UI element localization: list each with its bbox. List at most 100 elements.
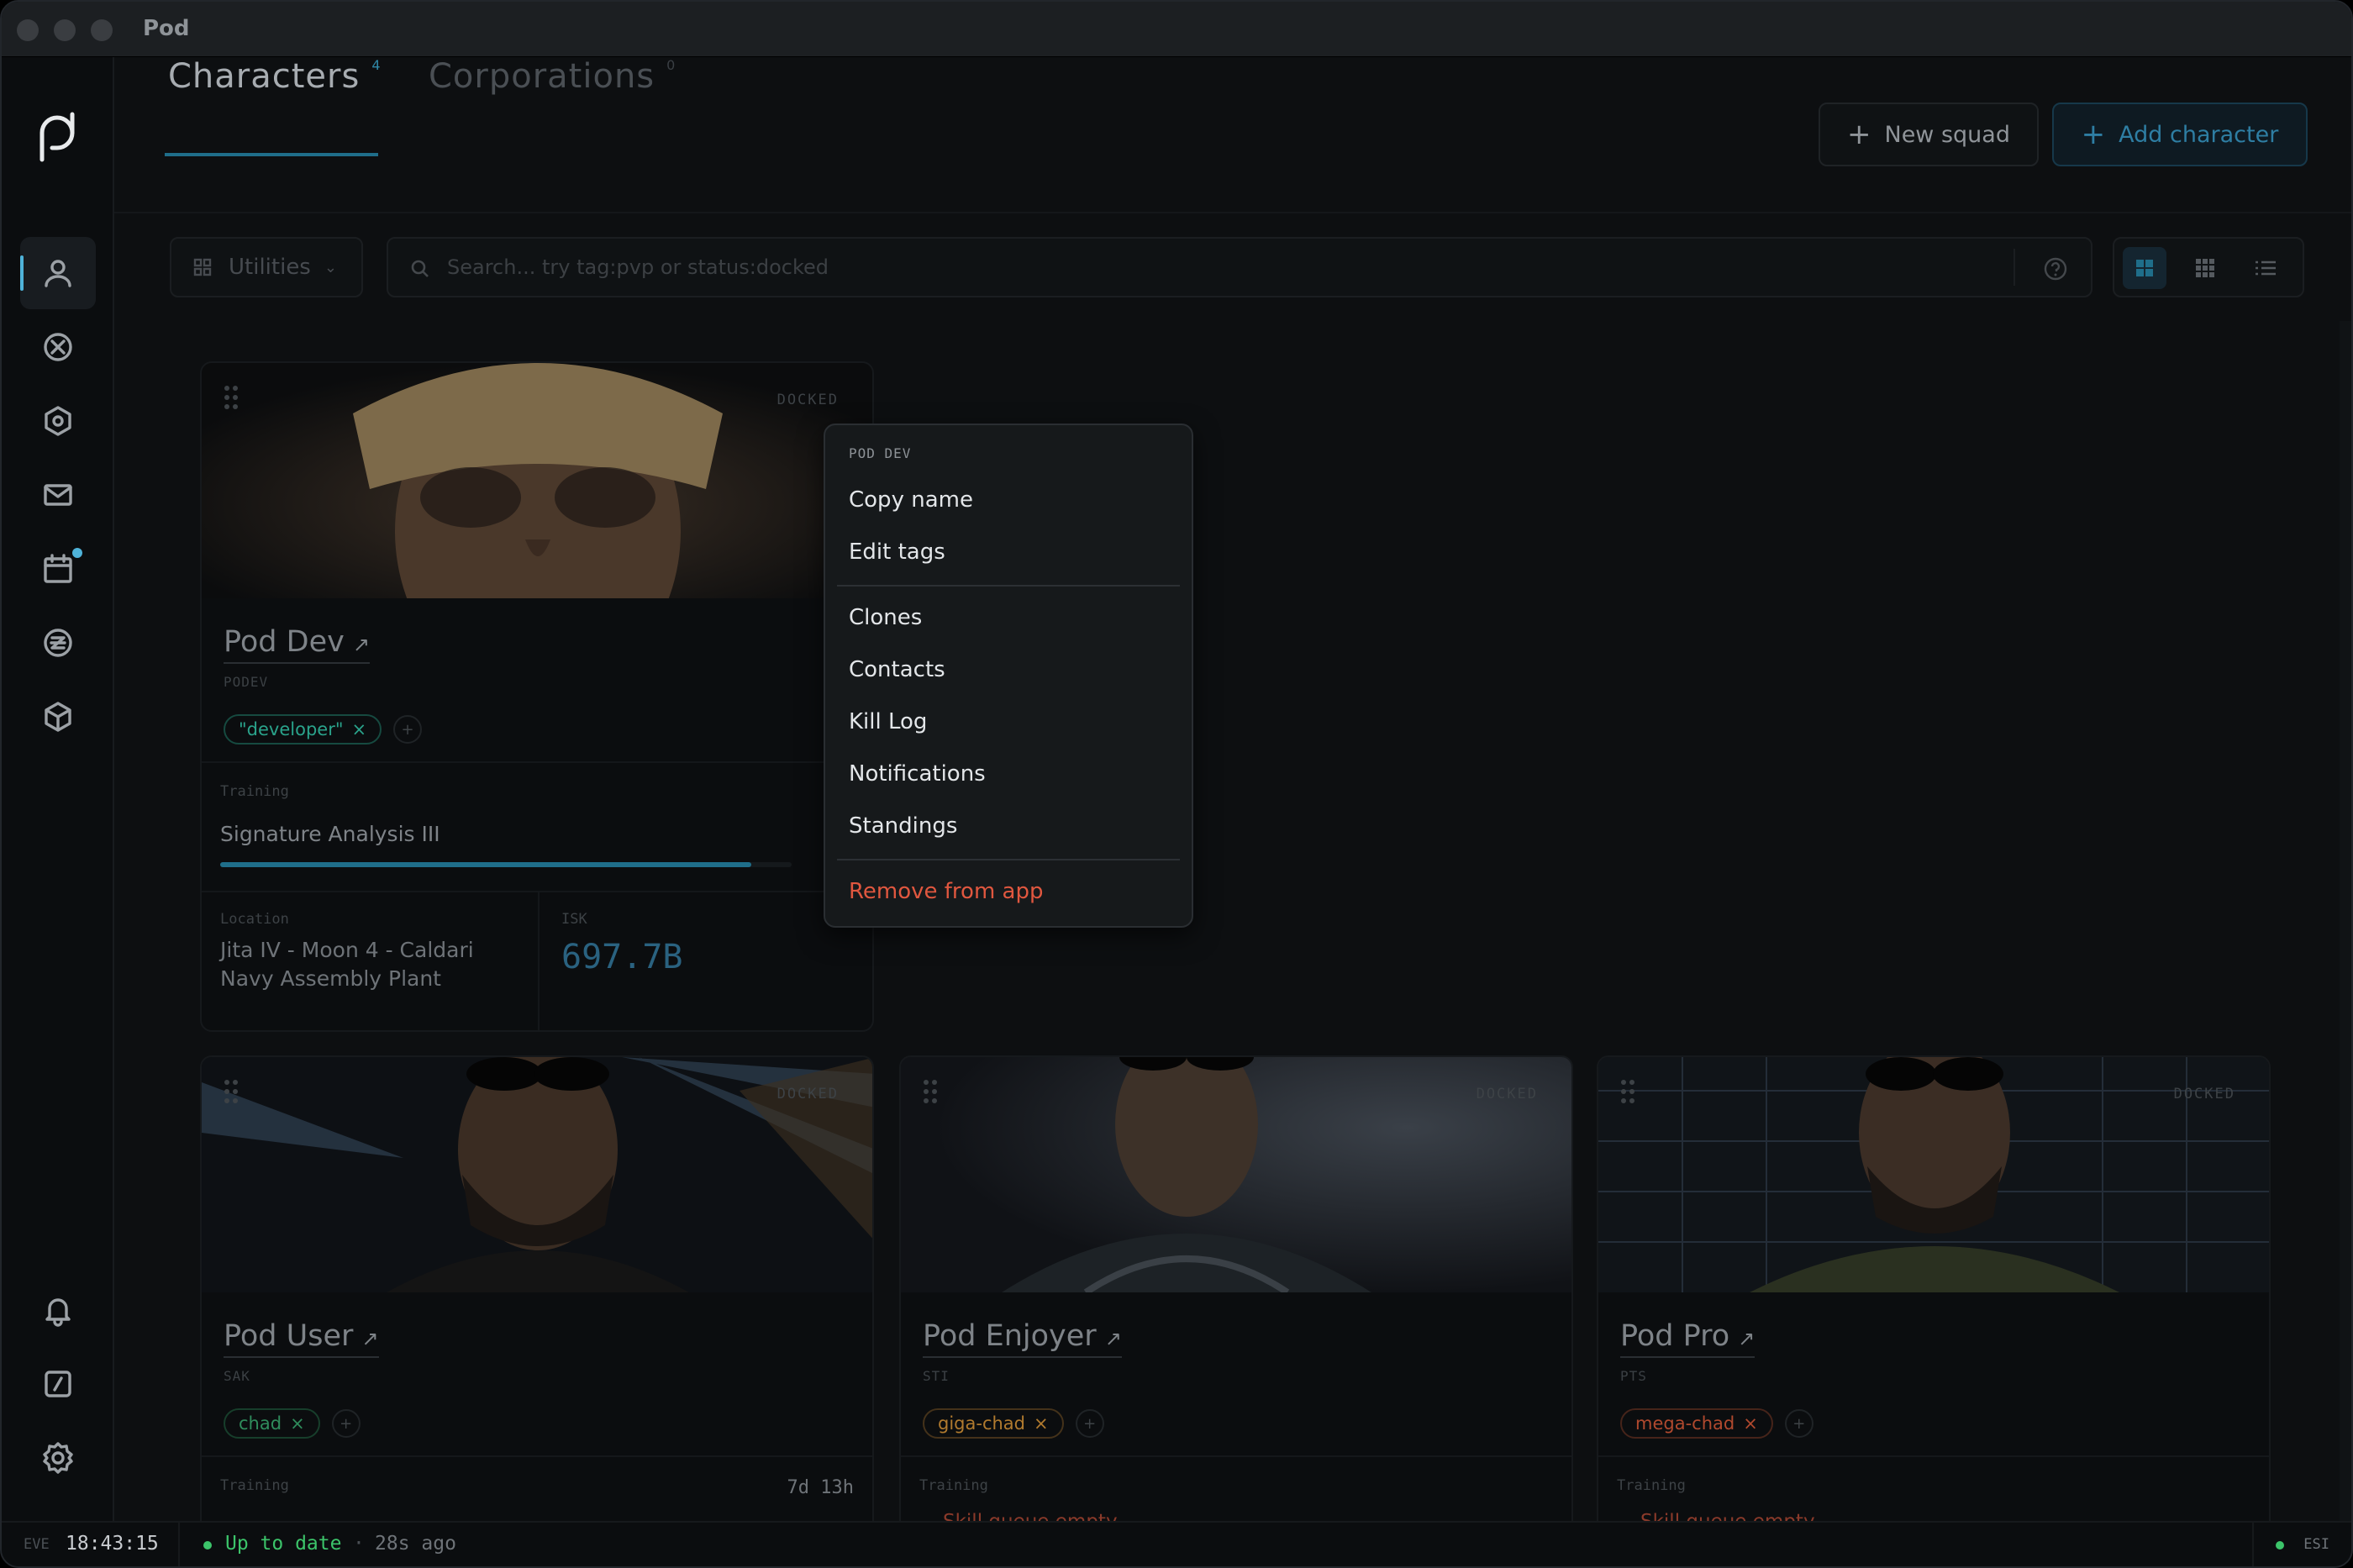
character-name: Pod Dev [224, 625, 345, 659]
zoom-window-button[interactable] [91, 19, 113, 41]
character-card-pod-dev[interactable]: DOCKED Pod Dev ↗ PODEV "developer" × + Tra… [200, 361, 874, 1032]
menu-item-contacts[interactable]: Contacts [849, 657, 945, 682]
training-label: Training [919, 1477, 988, 1494]
nav-characters[interactable] [20, 237, 96, 309]
character-name-link[interactable]: Pod Enjoyer ↗ [923, 1319, 1122, 1358]
tag-label: "developer" [239, 719, 344, 739]
bell-icon [45, 1298, 71, 1327]
mail-icon [44, 484, 72, 506]
list-icon [2256, 260, 2276, 276]
tag-chip[interactable]: mega-chad × [1620, 1408, 1773, 1439]
drag-handle-icon[interactable] [224, 1079, 239, 1104]
external-link-icon: ↗ [352, 633, 370, 656]
search-placeholder: Search... try tag:pvp or status:docked [447, 255, 829, 279]
nav-calendar[interactable] [20, 533, 96, 605]
add-tag-button[interactable]: + [1784, 1409, 1813, 1438]
menu-item-clones[interactable]: Clones [849, 605, 922, 630]
menu-item-copy-name[interactable]: Copy name [849, 487, 973, 513]
remove-tag-icon[interactable]: × [1034, 1413, 1049, 1434]
menu-item-standings[interactable]: Standings [849, 813, 957, 839]
training-label: Training [1617, 1477, 1686, 1494]
utilities-label: Utilities [229, 255, 311, 280]
divider [1598, 1455, 2269, 1457]
add-tag-button[interactable]: + [331, 1409, 361, 1438]
nav-wallet[interactable] [20, 607, 96, 679]
character-name: Pod Enjoyer [923, 1319, 1097, 1353]
character-card-pod-user[interactable]: DOCKED Pod User ↗ SAK chad × + Training 7d… [200, 1055, 874, 1566]
sync-status-dot [203, 1541, 212, 1550]
settings-icon [43, 1442, 73, 1474]
currency-icon [44, 629, 72, 657]
remove-tag-icon[interactable]: × [351, 719, 366, 739]
nav-mail[interactable] [20, 459, 96, 531]
utilities-dropdown[interactable]: Utilities ⌄ [170, 237, 363, 297]
character-name-link[interactable]: Pod Dev ↗ [224, 625, 370, 664]
drag-handle-icon[interactable] [224, 385, 239, 410]
nav-notifications[interactable] [20, 1274, 96, 1346]
minimize-window-button[interactable] [54, 19, 76, 41]
menu-item-notifications[interactable]: Notifications [849, 761, 986, 787]
view-compact-button[interactable] [2183, 247, 2227, 289]
training-label: Training [220, 783, 289, 800]
nav-industry[interactable] [20, 385, 96, 457]
view-list-button[interactable] [2244, 247, 2287, 289]
small-grid-icon [2196, 259, 2214, 277]
menu-divider [837, 585, 1180, 587]
tag-chip[interactable]: giga-chad × [923, 1408, 1064, 1439]
character-card-pod-enjoyer[interactable]: DOCKED Pod Enjoyer ↗ STI giga-chad × + Tra… [899, 1055, 1573, 1566]
large-grid-icon [2136, 260, 2153, 276]
new-squad-button[interactable]: + New squad [1819, 103, 2039, 166]
nav-assets[interactable] [20, 681, 96, 753]
divider [901, 1455, 1571, 1457]
character-name-link[interactable]: Pod Pro ↗ [1620, 1319, 1756, 1358]
crosshair-icon [44, 333, 72, 361]
nav-settings[interactable] [20, 1422, 96, 1494]
status-bar: EVE 18:43:15 Up to date · 28s ago ESI [2, 1521, 2351, 1566]
location-line-2: Navy Assembly Plant [220, 966, 441, 991]
tab-corporations-count: 0 [666, 57, 676, 73]
view-switcher [2113, 237, 2304, 297]
character-card-pod-pro[interactable]: DOCKED Pod Pro ↗ PTS mega-chad × + Trainin… [1597, 1055, 2271, 1566]
view-cards-button[interactable] [2123, 247, 2166, 289]
tag-chip[interactable]: "developer" × [224, 714, 382, 745]
window-title: Pod [143, 16, 190, 41]
tab-corporations[interactable]: Corporations 0 [429, 57, 676, 96]
active-tab-indicator [165, 153, 378, 156]
api-label: ESI [2303, 1536, 2329, 1553]
add-character-button[interactable]: + Add character [2052, 103, 2308, 166]
plus-icon: + [1847, 118, 1871, 151]
remove-tag-icon[interactable]: × [290, 1413, 305, 1434]
remove-tag-icon[interactable]: × [1743, 1413, 1758, 1434]
location-label: Location [220, 911, 289, 928]
app-window: Pod Characters 4 Corporations 0 + New sq… [0, 0, 2353, 1568]
nav-commands[interactable] [20, 1348, 96, 1420]
tag-chip[interactable]: chad × [224, 1408, 320, 1439]
tab-characters[interactable]: Characters 4 [168, 57, 382, 96]
menu-item-kill-log[interactable]: Kill Log [849, 709, 927, 734]
help-icon[interactable] [2044, 257, 2067, 281]
menu-item-remove-from-app[interactable]: Remove from app [849, 879, 1044, 904]
corp-ticker: STI [923, 1368, 950, 1384]
add-tag-button[interactable]: + [393, 715, 423, 744]
context-menu-header: POD DEV [849, 445, 912, 461]
divider [202, 891, 872, 892]
character-name: Pod User [224, 1319, 354, 1353]
isk-label: ISK [561, 911, 587, 928]
add-tag-button[interactable]: + [1075, 1409, 1104, 1438]
close-window-button[interactable] [17, 19, 39, 41]
user-icon [45, 260, 71, 287]
tag-label: mega-chad [1635, 1413, 1735, 1434]
drag-handle-icon[interactable] [923, 1079, 938, 1104]
character-name: Pod Pro [1620, 1319, 1730, 1353]
menu-item-edit-tags[interactable]: Edit tags [849, 539, 945, 565]
nav-killboard[interactable] [20, 311, 96, 383]
training-progress-track [220, 862, 792, 867]
character-name-link[interactable]: Pod User ↗ [224, 1319, 379, 1358]
drag-handle-icon[interactable] [1620, 1079, 1635, 1104]
divider [202, 1455, 872, 1457]
training-progress-fill [220, 862, 752, 867]
character-portrait [1598, 1057, 2269, 1292]
search-input[interactable]: Search... try tag:pvp or status:docked [387, 237, 2092, 297]
scrollbar[interactable] [2340, 321, 2351, 1523]
corp-ticker: SAK [224, 1368, 250, 1384]
